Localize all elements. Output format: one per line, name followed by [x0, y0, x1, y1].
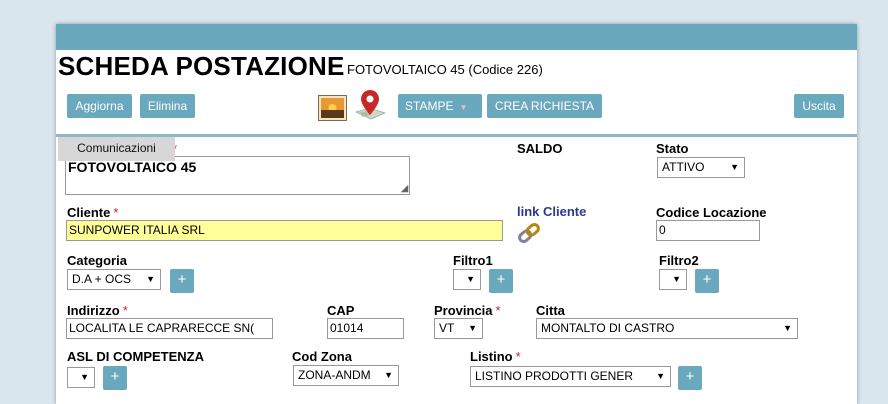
stato-select[interactable]: ATTIVO ▼ — [657, 157, 745, 178]
provincia-select[interactable]: VT ▼ — [434, 318, 483, 339]
add-filtro2-button[interactable]: + — [695, 269, 719, 293]
citta-select[interactable]: MONTALTO DI CASTRO ▼ — [536, 318, 798, 339]
add-listino-button[interactable]: + — [678, 366, 702, 390]
stampe-label: STAMPE — [405, 99, 454, 113]
chevron-down-icon: ▼ — [672, 274, 681, 284]
codice-locazione-input[interactable]: 0 — [656, 220, 760, 241]
asl-label: ASL DI COMPETENZA — [67, 349, 204, 364]
chevron-down-icon: ▼ — [656, 371, 665, 381]
listino-label-text: Listino — [470, 349, 513, 364]
link-cliente[interactable]: link Cliente — [517, 204, 586, 219]
cliente-label-text: Cliente — [67, 205, 111, 220]
cod-zona-value: ZONA-ANDM — [298, 368, 371, 382]
page-subtitle: FOTOVOLTAICO 45 (Codice 226) — [347, 62, 543, 77]
scheda-panel: SCHEDA POSTAZIONE FOTOVOLTAICO 45 (Codic… — [56, 24, 857, 404]
landscape-image-icon[interactable] — [318, 95, 347, 121]
provincia-value: VT — [439, 321, 455, 335]
chevron-down-icon: ▼ — [730, 162, 739, 172]
chevron-down-icon: ▼ — [146, 274, 155, 284]
listino-value: LISTINO PRODOTTI GENER — [475, 369, 634, 383]
filtro2-label: Filtro2 — [659, 253, 699, 268]
add-filtro1-button[interactable]: + — [489, 269, 513, 293]
uscita-button[interactable]: Uscita — [794, 94, 844, 118]
chevron-down-icon: ▼ — [783, 323, 792, 333]
provincia-label-text: Provincia — [434, 303, 493, 318]
filtro1-select[interactable]: ▼ — [453, 269, 481, 290]
required-mark: * — [113, 205, 119, 220]
chevron-down-icon: ▼ — [384, 370, 393, 380]
cod-zona-select[interactable]: ZONA-ANDM ▼ — [293, 365, 399, 386]
citta-label: Citta — [536, 303, 565, 318]
resize-handle-icon[interactable]: ◢ — [401, 184, 408, 193]
tab-comunicazioni[interactable]: Comunicazioni — [58, 137, 175, 161]
codice-locazione-label: Codice Locazione — [656, 205, 767, 220]
section-divider — [56, 134, 857, 137]
descrizione-field[interactable]: FOTOVOLTAICO 45 ◢ — [65, 156, 410, 195]
caret-down-icon: ▼ — [459, 103, 468, 112]
categoria-label: Categoria — [67, 253, 127, 268]
map-pin-icon[interactable] — [354, 88, 387, 126]
top-bar — [56, 24, 857, 50]
listino-select[interactable]: LISTINO PRODOTTI GENER ▼ — [470, 366, 671, 387]
asl-select[interactable]: ▼ — [67, 367, 95, 388]
stato-label: Stato — [656, 141, 689, 156]
page-title: SCHEDA POSTAZIONE — [58, 51, 345, 81]
add-asl-button[interactable]: + — [103, 366, 127, 390]
stato-value: ATTIVO — [662, 160, 705, 174]
filtro1-label: Filtro1 — [453, 253, 493, 268]
chevron-down-icon: ▼ — [80, 372, 89, 382]
filtro2-select[interactable]: ▼ — [659, 269, 687, 290]
indirizzo-label: Indirizzo * — [67, 303, 128, 318]
required-mark: * — [515, 349, 521, 364]
required-mark: * — [122, 303, 128, 318]
saldo-label: SALDO — [517, 141, 563, 156]
categoria-value: D.A + OCS — [72, 272, 132, 286]
cap-input[interactable]: 01014 — [327, 318, 404, 339]
descrizione-value: FOTOVOLTAICO 45 — [68, 159, 197, 175]
chain-link-icon[interactable] — [516, 220, 542, 246]
crea-richiesta-button[interactable]: CREA RICHIESTA — [487, 94, 602, 118]
listino-label: Listino * — [470, 349, 521, 364]
elimina-button[interactable]: Elimina — [140, 94, 195, 118]
cliente-label: Cliente * — [67, 205, 118, 220]
cod-zona-label: Cod Zona — [292, 349, 352, 364]
aggiorna-button[interactable]: Aggiorna — [67, 94, 132, 118]
chevron-down-icon: ▼ — [466, 274, 475, 284]
provincia-label: Provincia * — [434, 303, 501, 318]
chevron-down-icon: ▼ — [468, 323, 477, 333]
cliente-input[interactable]: SUNPOWER ITALIA SRL — [66, 220, 503, 241]
stampe-button[interactable]: STAMPE ▼ — [398, 94, 482, 118]
add-categoria-button[interactable]: + — [170, 269, 194, 293]
cap-label: CAP — [327, 303, 355, 318]
required-mark: * — [495, 303, 501, 318]
categoria-select[interactable]: D.A + OCS ▼ — [67, 269, 161, 290]
indirizzo-label-text: Indirizzo — [67, 303, 120, 318]
citta-value: MONTALTO DI CASTRO — [541, 321, 675, 335]
indirizzo-input[interactable]: LOCALITA LE CAPRARECCE SN( — [66, 318, 273, 339]
